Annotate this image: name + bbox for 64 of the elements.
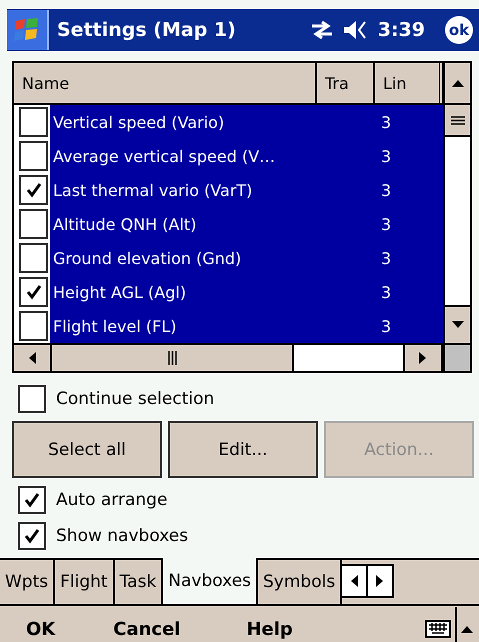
list-row[interactable]: Ground elevation (Gnd) 3 <box>50 241 443 275</box>
checkmark-icon <box>22 490 42 510</box>
row-lin: 3 <box>380 180 392 200</box>
left-arrow-icon <box>350 575 358 587</box>
checkbox[interactable] <box>18 522 46 550</box>
row-lin: 3 <box>380 112 392 132</box>
row-name: Ground elevation (Gnd) <box>52 248 242 268</box>
checkbox-label: Auto arrange <box>56 490 168 510</box>
menu-item[interactable]: Cancel <box>75 618 200 640</box>
up-arrow-icon[interactable] <box>452 79 464 87</box>
connectivity-arrows-icon[interactable] <box>310 20 334 40</box>
list-row[interactable]: Last thermal vario (VarT) 3 <box>50 173 443 207</box>
window-title: Settings (Map 1) <box>57 19 237 41</box>
row-lin: 3 <box>380 248 392 268</box>
action-button[interactable]: Select all <box>12 421 162 478</box>
checkbox[interactable] <box>19 107 48 137</box>
row-name: Last thermal vario (VarT) <box>52 180 254 200</box>
horizontal-scrollbar[interactable] <box>14 343 470 371</box>
list-row[interactable]: Flight level (FL) 3 <box>50 309 443 343</box>
row-name: Average vertical speed (V… <box>52 146 276 166</box>
checkbox-label: Continue selection <box>56 389 214 409</box>
checkbox-label: Show navboxes <box>56 526 188 546</box>
left-arrow-icon[interactable] <box>28 352 36 364</box>
tab-scroll-left-button[interactable] <box>342 564 368 598</box>
menu-item[interactable]: Help <box>200 618 313 640</box>
row-name: Altitude QNH (Alt) <box>52 214 198 234</box>
row-name: Height AGL (Agl) <box>52 282 188 302</box>
list-row[interactable]: Altitude QNH (Alt) 3 <box>50 207 443 241</box>
windows-flag-icon[interactable] <box>7 10 49 50</box>
ok-button[interactable]: ok <box>445 16 473 44</box>
list-row[interactable]: Vertical speed (Vario) 3 <box>50 105 443 139</box>
up-arrow-icon[interactable] <box>461 625 473 633</box>
checkbox[interactable] <box>19 175 48 205</box>
keyboard-icon[interactable] <box>425 619 451 639</box>
grip-icon <box>450 116 464 124</box>
checkbox[interactable] <box>19 277 48 307</box>
column-header[interactable]: Tra <box>317 63 375 103</box>
checkbox[interactable] <box>19 209 48 239</box>
list-row[interactable]: Height AGL (Agl) 3 <box>50 275 443 309</box>
menu-item[interactable]: OK <box>0 618 76 640</box>
row-lin: 3 <box>380 282 392 302</box>
right-arrow-icon <box>376 575 384 587</box>
row-lin: 3 <box>380 146 392 166</box>
clock-time: 3:39 <box>378 19 425 41</box>
row-lin: 3 <box>380 316 392 336</box>
checkbox[interactable] <box>18 385 46 413</box>
tab-scroll-right-button[interactable] <box>368 564 394 598</box>
grip-icon <box>168 351 176 365</box>
down-arrow-icon[interactable] <box>452 321 464 329</box>
vertical-scrollbar[interactable] <box>443 63 470 343</box>
checkbox[interactable] <box>19 243 48 273</box>
row-lin: 3 <box>380 214 392 234</box>
checkbox[interactable] <box>19 311 48 341</box>
row-name: Flight level (FL) <box>52 316 178 336</box>
checkbox[interactable] <box>18 486 46 514</box>
action-button[interactable]: Edit... <box>168 421 318 478</box>
checkmark-icon <box>22 526 42 546</box>
checkbox[interactable] <box>19 141 48 171</box>
speaker-icon[interactable] <box>342 19 368 41</box>
tab[interactable]: Navboxes <box>163 558 258 604</box>
column-header[interactable]: Name <box>14 63 317 103</box>
list-row[interactable]: Average vertical speed (V… 3 <box>50 139 443 173</box>
right-arrow-icon[interactable] <box>419 352 427 364</box>
row-name: Vertical speed (Vario) <box>52 112 226 132</box>
